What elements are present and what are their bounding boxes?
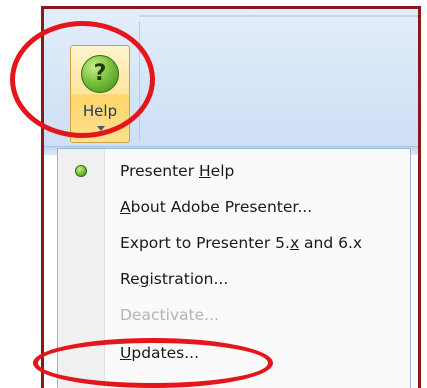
menu-item-label: Registration...	[120, 270, 229, 288]
question-circle-icon: ?	[81, 55, 119, 93]
help-dropdown-menu: Presenter Help About Adobe Presenter... …	[57, 148, 411, 388]
menu-item-updates[interactable]: Updates...	[58, 336, 410, 370]
ribbon-tab-strip	[139, 15, 418, 17]
help-button[interactable]: ? Help	[70, 45, 130, 143]
help-icon	[75, 165, 87, 177]
menu-item-deactivate: Deactivate...	[58, 298, 410, 332]
menu-item-export[interactable]: Export to Presenter 5.x and 6.x	[58, 226, 410, 260]
menu-item-label: Deactivate...	[120, 306, 219, 324]
menu-item-label: Updates...	[120, 344, 200, 362]
ribbon: ? Help	[44, 9, 418, 146]
menu-item-about[interactable]: About Adobe Presenter...	[58, 190, 410, 224]
dropdown-arrow-icon	[97, 126, 105, 131]
menu-item-label: Export to Presenter 5.x and 6.x	[120, 234, 363, 252]
ribbon-group-divider	[139, 21, 140, 141]
menu-item-registration[interactable]: Registration...	[58, 262, 410, 296]
menu-item-presenter-help[interactable]: Presenter Help	[58, 154, 410, 188]
help-button-label: Help	[82, 102, 118, 120]
app-window: ? Help Presenter Help About Adobe Presen…	[41, 6, 421, 388]
menu-item-label: About Adobe Presenter...	[120, 198, 313, 216]
menu-item-label: Presenter Help	[120, 162, 235, 180]
